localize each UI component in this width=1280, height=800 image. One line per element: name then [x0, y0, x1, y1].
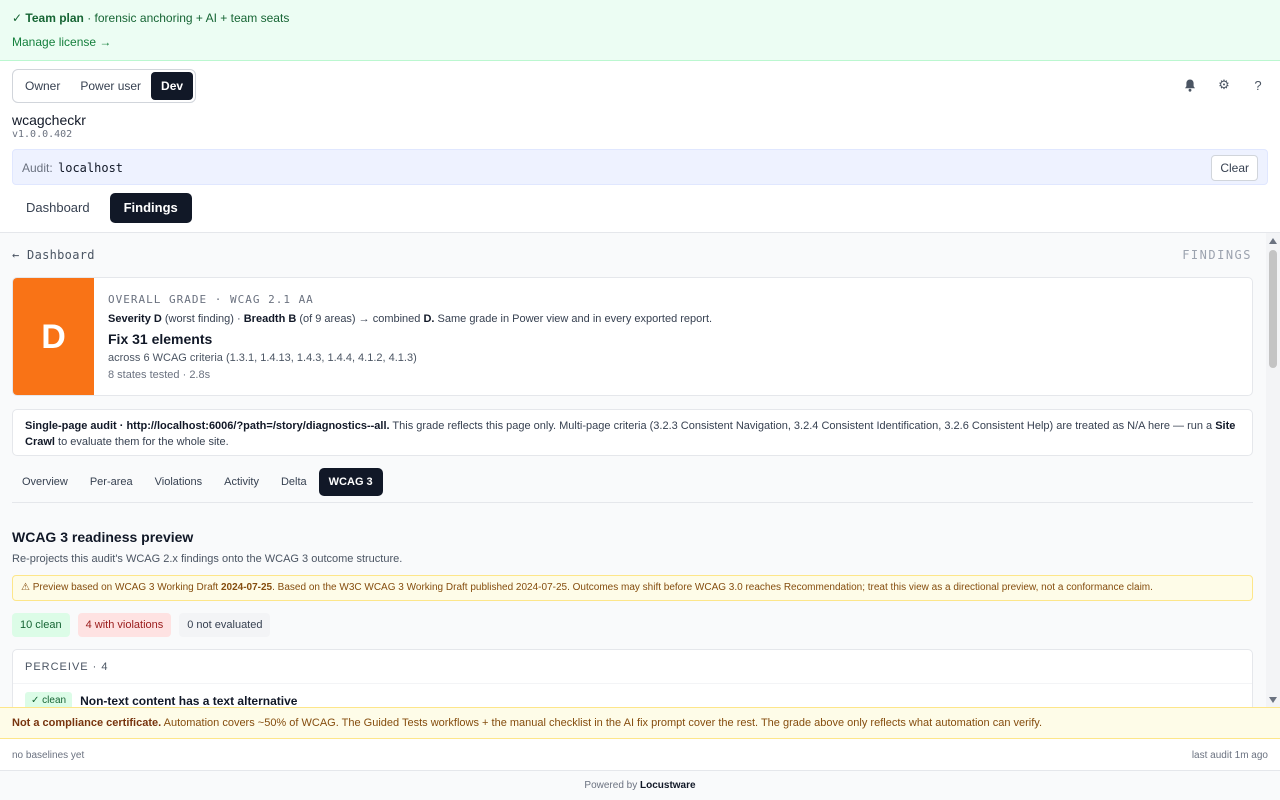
tab-overview[interactable]: Overview — [12, 468, 78, 496]
manage-license-link[interactable]: Manage license → — [12, 35, 1268, 49]
content-scrollbar[interactable] — [1266, 233, 1280, 707]
powered-prefix: Powered by — [584, 780, 640, 791]
section-label: FINDINGS — [1182, 248, 1252, 262]
grade-consistency-note: Same grade in Power view and in every ex… — [434, 313, 713, 325]
main-tabs: Dashboard Findings — [12, 193, 192, 223]
gear-icon[interactable]: ⚙ — [1216, 77, 1232, 93]
violations-count-chip[interactable]: 4 with violations — [77, 613, 172, 637]
role-power-user[interactable]: Power user — [70, 72, 151, 100]
audit-bar: Audit: localhost Clear — [12, 149, 1268, 185]
outcome-name: Non-text content has a text alternative — [80, 694, 298, 707]
fix-count-title: Fix 31 elements — [108, 331, 213, 347]
warning-prefix: ⚠ Preview based on WCAG 3 Working Draft — [21, 582, 221, 593]
tab-per-area[interactable]: Per-area — [80, 468, 143, 496]
scope-tail: to evaluate them for the whole site. — [54, 436, 229, 448]
findings-sub-tabs: Overview Per-area Violations Activity De… — [12, 468, 1253, 503]
outcome-group-perceive: PERCEIVE · 4 ✓ clean Non-text content ha… — [12, 649, 1253, 707]
plan-name: Team plan — [25, 11, 84, 25]
role-owner[interactable]: Owner — [15, 72, 70, 100]
grade-overline: OVERALL GRADE · WCAG 2.1 AA — [108, 293, 314, 306]
license-plan-line: ✓ Team plan · forensic anchoring + AI + … — [12, 11, 1268, 25]
scroll-down-icon[interactable] — [1269, 697, 1277, 703]
back-to-dashboard-link[interactable]: ← Dashboard — [12, 248, 95, 262]
single-page-scope-note: Single-page audit · http://localhost:600… — [12, 409, 1253, 456]
compliance-disclaimer: Not a compliance certificate. Automation… — [0, 707, 1280, 739]
baselines-status: no baselines yet — [12, 750, 85, 761]
tab-activity[interactable]: Activity — [214, 468, 269, 496]
wcag3-draft-warning: ⚠ Preview based on WCAG 3 Working Draft … — [12, 575, 1253, 601]
plan-check-icon: ✓ — [12, 11, 23, 25]
audit-label: Audit: — [22, 161, 53, 175]
warning-body: . Based on the W3C WCAG 3 Working Draft … — [272, 582, 1153, 593]
scope-lead: Single-page audit · http://localhost:600… — [25, 420, 390, 432]
severity-note: (worst finding) · — [161, 313, 244, 325]
combined-grade: D. — [423, 313, 435, 325]
not-evaluated-count-chip[interactable]: 0 not evaluated — [179, 613, 271, 637]
role-dev[interactable]: Dev — [151, 72, 194, 100]
tab-findings[interactable]: Findings — [109, 193, 192, 223]
clean-status-badge: ✓ clean — [25, 692, 73, 707]
tab-delta[interactable]: Delta — [271, 468, 317, 496]
role-switcher: Owner Power user Dev — [12, 69, 197, 103]
scrollbar-thumb[interactable] — [1269, 250, 1277, 368]
tab-dashboard[interactable]: Dashboard — [12, 193, 104, 223]
last-audit-time: last audit 1m ago — [1191, 750, 1268, 761]
findings-content: ← Dashboard FINDINGS D OVERALL GRADE · W… — [0, 232, 1280, 707]
disclaimer-body: Automation covers ~50% of WCAG. The Guid… — [161, 717, 1043, 729]
overall-grade-card: D OVERALL GRADE · WCAG 2.1 AA Severity D… — [12, 277, 1253, 396]
disclaimer-lead: Not a compliance certificate. — [12, 717, 162, 729]
license-banner: ✓ Team plan · forensic anchoring + AI + … — [0, 0, 1280, 61]
tab-violations[interactable]: Violations — [145, 468, 213, 496]
bell-icon[interactable] — [1182, 77, 1198, 93]
warning-date: 2024-07-25 — [220, 582, 273, 593]
app-version: v1.0.0.402 — [12, 129, 73, 140]
criteria-list: across 6 WCAG criteria (1.3.1, 1.4.13, 1… — [108, 352, 417, 364]
states-tested: 8 states tested · 2.8s — [108, 369, 211, 381]
grade-letter: D — [13, 278, 94, 395]
plan-description: · forensic anchoring + AI + team seats — [83, 11, 290, 25]
clean-count-chip[interactable]: 10 clean — [12, 613, 70, 637]
brand-name[interactable]: Locustware — [640, 780, 696, 791]
wcag3-title: WCAG 3 readiness preview — [12, 529, 194, 545]
scroll-up-icon[interactable] — [1269, 238, 1277, 244]
header-icons: ⚙ ? — [1182, 77, 1266, 93]
grade-breakdown: Severity D (worst finding) · Breadth B (… — [108, 313, 712, 325]
tab-wcag3[interactable]: WCAG 3 — [318, 468, 383, 496]
outcome-filter-chips: 10 clean 4 with violations 0 not evaluat… — [12, 613, 271, 637]
scope-body: This grade reflects this page only. Mult… — [389, 420, 1216, 432]
outcome-row[interactable]: ✓ clean Non-text content has a text alte… — [25, 692, 297, 707]
group-heading: PERCEIVE · 4 — [13, 650, 1252, 684]
severity-grade: Severity D — [108, 313, 162, 325]
powered-by: Powered by Locustware — [0, 771, 1280, 800]
clear-audit-button[interactable]: Clear — [1211, 155, 1258, 181]
help-icon[interactable]: ? — [1250, 77, 1266, 93]
audit-target: localhost — [58, 161, 124, 175]
breadth-grade: Breadth B — [243, 313, 297, 325]
breadth-note: (of 9 areas) → combined — [296, 313, 424, 325]
wcag3-description: Re-projects this audit's WCAG 2.x findin… — [12, 553, 403, 565]
status-footer: no baselines yet last audit 1m ago — [0, 739, 1280, 771]
app-name: wcagcheckr — [12, 112, 86, 128]
